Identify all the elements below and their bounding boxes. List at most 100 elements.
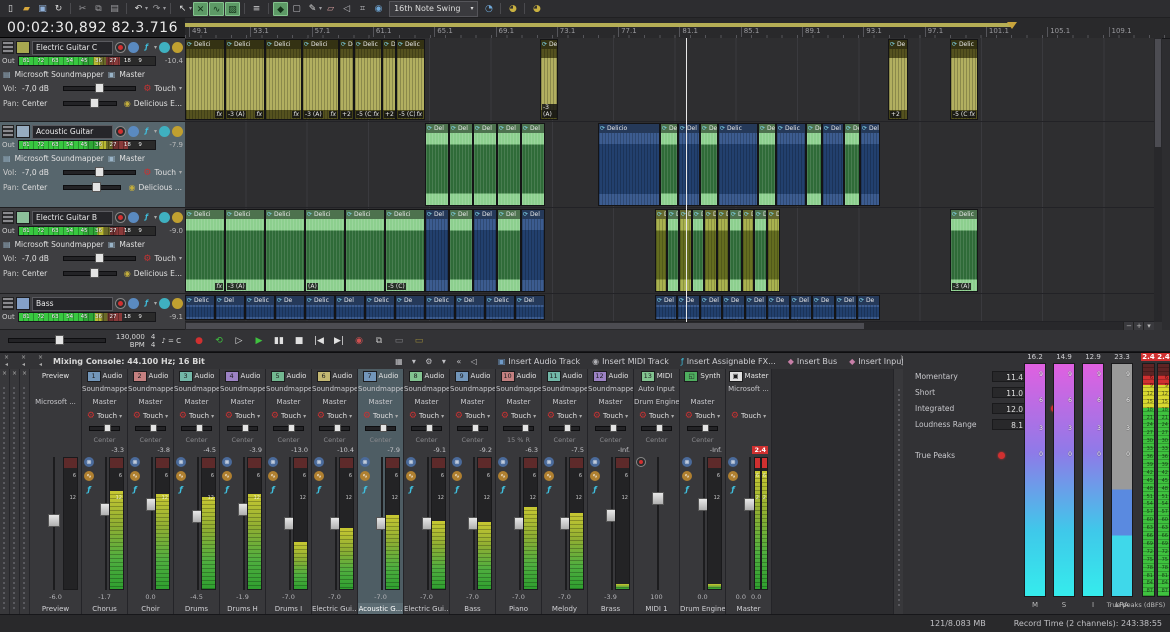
strip-db-value[interactable]: -1.7: [82, 593, 127, 603]
pan-slider[interactable]: [135, 426, 166, 431]
strip-number-chip[interactable]: 7: [363, 371, 377, 382]
strip-db-value[interactable]: 0.0: [680, 593, 725, 603]
strip-peak-value[interactable]: -3.3: [111, 446, 124, 454]
audio-clip[interactable]: ⟳ D: [667, 209, 679, 292]
mixer-channel-strip[interactable]: ◱SynthMaster⚙Touch▾Center-Inf.⊗∿ƒ6120.0D…: [680, 369, 726, 615]
strip-routing-label[interactable]: Master: [680, 396, 725, 409]
clip-fx-badge[interactable]: fx: [292, 111, 300, 118]
eq-icon[interactable]: ∿: [222, 471, 232, 481]
strip-device-label[interactable]: Soundmapper: [82, 383, 127, 396]
mixer-channel-strip[interactable]: 4AudioSoundmapperMaster⚙Touch▾Center-3.9…: [220, 369, 266, 615]
phase-invert-icon[interactable]: [172, 126, 183, 137]
record-arm-button[interactable]: [115, 298, 126, 309]
mixer-channel-strip[interactable]: 10AudioSoundmapperMaster⚙Touch▾15 % R-6.…: [496, 369, 542, 615]
audio-clip[interactable]: ⟳ De: [806, 123, 822, 206]
plugin-icon[interactable]: ◉: [124, 269, 131, 278]
audio-clip[interactable]: ⟳ Delic: [776, 123, 806, 206]
record-arm-button[interactable]: [115, 42, 126, 53]
playhead-cursor[interactable]: [686, 38, 687, 322]
phase-invert-icon[interactable]: ⊗: [360, 457, 370, 467]
chevron-down-icon[interactable]: ▾: [165, 413, 168, 420]
audio-clip[interactable]: ⟳ Del: [515, 295, 545, 320]
paint-tool-icon[interactable]: ∿: [209, 2, 224, 16]
strip-peak-value[interactable]: -Inf.: [710, 446, 722, 454]
horizontal-scrollbar[interactable]: − + ▾: [185, 322, 1154, 330]
pan-slider-handle[interactable]: [196, 424, 203, 432]
pan-slider-handle[interactable]: [288, 424, 295, 432]
mixer-channel-strip[interactable]: PreviewMicrosoft ...612-6.0Preview: [30, 369, 82, 615]
strip-routing-label[interactable]: Microsoft ...: [30, 396, 81, 409]
paste-icon[interactable]: ▤: [107, 2, 122, 16]
strip-peak-value[interactable]: 2.4: [752, 446, 768, 454]
automation-gear-icon[interactable]: ⚙: [409, 411, 417, 421]
audio-clip[interactable]: ⟳ Del: [655, 295, 677, 320]
pan-slider[interactable]: [319, 426, 350, 431]
audio-clip[interactable]: ⟳ Delic-5 (C)fx: [396, 39, 425, 120]
audio-clip[interactable]: ⟳ D: [692, 209, 704, 292]
pan-slider-handle[interactable]: [610, 424, 617, 432]
audio-clip[interactable]: ⟳ Delicio: [598, 123, 660, 206]
track-fx-icon[interactable]: ƒ: [141, 298, 152, 309]
automation-gear-icon[interactable]: ⚙: [639, 411, 647, 421]
strip-device-label[interactable]: Microsoft ...: [726, 383, 771, 396]
pause-button[interactable]: ▮▮: [271, 333, 287, 349]
automation-gear-icon[interactable]: ⚙: [133, 411, 141, 421]
automation-gear-icon[interactable]: ⚙: [731, 411, 739, 421]
strip-number-chip[interactable]: 3: [179, 371, 193, 382]
pan-slider-handle[interactable]: [90, 98, 99, 108]
mixer-channel-strip[interactable]: 3AudioSoundmapperMaster⚙Touch▾Center-4.5…: [174, 369, 220, 615]
playback-device-label[interactable]: Microsoft Soundmapper: [15, 70, 104, 79]
dropdown-icon[interactable]: ▾: [438, 357, 450, 366]
phase-invert-icon[interactable]: ⊗: [314, 457, 324, 467]
audio-clip[interactable]: ⟳ Delic-3 (A): [950, 209, 978, 292]
eq-icon[interactable]: ∿: [84, 471, 94, 481]
audio-clip[interactable]: ⟳ De+2: [888, 39, 908, 120]
vertical-scroll-thumb[interactable]: [1155, 39, 1161, 147]
strip-db-value[interactable]: -7.0: [450, 593, 495, 603]
audio-clip[interactable]: ⟳ Del: [521, 209, 545, 292]
pan-slider[interactable]: [457, 426, 488, 431]
chevron-down-icon[interactable]: ▾: [717, 413, 720, 420]
audio-clip[interactable]: ⟳ Delic: [185, 295, 215, 320]
track-name-input[interactable]: Electric Guitar B: [32, 211, 113, 225]
record-arm-button[interactable]: [636, 457, 646, 467]
audio-clip[interactable]: ⟳ Delici(A): [305, 209, 345, 292]
phase-invert-icon[interactable]: ⊗: [682, 457, 692, 467]
volume-value[interactable]: -7,0 dB: [22, 168, 56, 177]
audio-clip[interactable]: ⟳ D: [754, 209, 767, 292]
automation-mode-label[interactable]: Touch: [154, 168, 176, 177]
phase-invert-icon[interactable]: [172, 212, 183, 223]
fx-chain-icon[interactable]: ƒ: [406, 485, 416, 495]
midi-step-record-button[interactable]: ▭: [411, 333, 427, 349]
audio-clip[interactable]: ⟳ Del: [678, 123, 700, 206]
bus-label[interactable]: Master: [119, 70, 145, 79]
pan-slider-handle[interactable]: [522, 424, 529, 432]
envelope-tool-icon[interactable]: ✕: [193, 2, 208, 16]
automation-mode-label[interactable]: Touch: [649, 412, 669, 420]
audio-clip[interactable]: ⟳ Delicifx: [185, 209, 225, 292]
strip-number-chip[interactable]: 8: [409, 371, 423, 382]
playback-device-label[interactable]: Microsoft Soundmapper: [15, 154, 104, 163]
chevron-down-icon[interactable]: ▾: [154, 44, 157, 51]
plugin-icon[interactable]: ◉: [124, 99, 131, 108]
audio-clip[interactable]: ⟳ Del: [790, 295, 812, 320]
audio-clip[interactable]: ⟳ De: [812, 295, 835, 320]
fx-chain-icon[interactable]: ƒ: [130, 485, 140, 495]
pan-slider[interactable]: [503, 426, 534, 431]
clip-indicator[interactable]: [708, 458, 721, 468]
strip-device-label[interactable]: [680, 383, 725, 396]
audio-clip[interactable]: ⟳ Del: [455, 295, 485, 320]
pan-slider[interactable]: [89, 426, 120, 431]
eq-icon[interactable]: ∿: [590, 471, 600, 481]
loop-playback-button[interactable]: ⟲: [211, 333, 227, 349]
automation-gear-icon[interactable]: ⚙: [593, 411, 601, 421]
pan-slider[interactable]: [227, 426, 258, 431]
track-fx-icon[interactable]: ƒ: [141, 42, 152, 53]
timeline-track-row[interactable]: ⟳ Delicifx⟳ Delici-3 (A)⟳ Delici⟳ Delici…: [185, 208, 1154, 294]
fx-chain-icon[interactable]: ƒ: [314, 485, 324, 495]
pan-slider[interactable]: [181, 426, 212, 431]
mixer-dock-handle[interactable]: [10, 369, 20, 615]
audio-clip[interactable]: ⟳ De: [677, 295, 700, 320]
pan-slider-handle[interactable]: [150, 424, 157, 432]
track-drag-handle-icon[interactable]: [2, 125, 14, 138]
